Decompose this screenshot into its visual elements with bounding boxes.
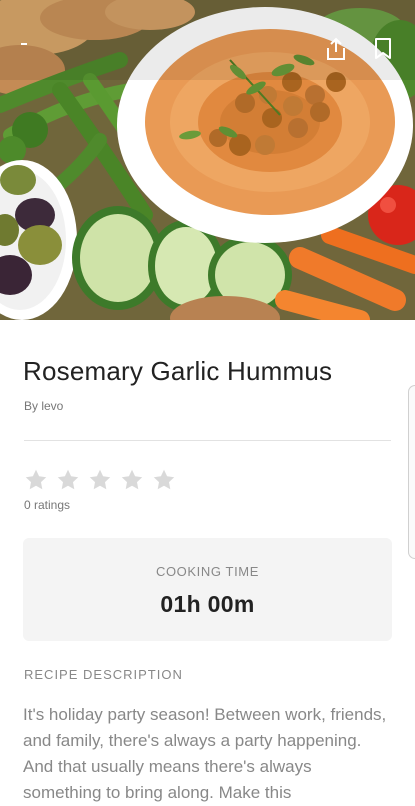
description-heading: RECIPE DESCRIPTION xyxy=(24,667,183,682)
divider xyxy=(24,440,391,441)
back-icon[interactable] xyxy=(18,40,34,50)
cooking-time-value: 01h 00m xyxy=(160,591,255,617)
cooking-time-label: COOKING TIME xyxy=(155,564,260,579)
star-icon[interactable] xyxy=(56,468,80,492)
recipe-description: It's holiday party season! Between work,… xyxy=(23,705,387,802)
share-icon[interactable] xyxy=(323,36,349,62)
rating-count: 0 ratings xyxy=(24,498,71,512)
hummus-platter-illustration xyxy=(0,0,415,320)
star-icon[interactable] xyxy=(152,468,176,492)
recipe-hero-image xyxy=(0,0,415,320)
bookmark-icon[interactable] xyxy=(370,36,396,62)
edge-panel-handle[interactable] xyxy=(408,385,415,559)
star-icon[interactable] xyxy=(24,468,48,492)
recipe-author[interactable]: By levo xyxy=(24,399,63,413)
star-icon[interactable] xyxy=(120,468,144,492)
star-icon[interactable] xyxy=(88,468,112,492)
cooking-time-card: COOKING TIME 01h 00m xyxy=(23,538,392,641)
recipe-title: Rosemary Garlic Hummus xyxy=(23,356,333,386)
rating-stars[interactable] xyxy=(24,468,176,492)
